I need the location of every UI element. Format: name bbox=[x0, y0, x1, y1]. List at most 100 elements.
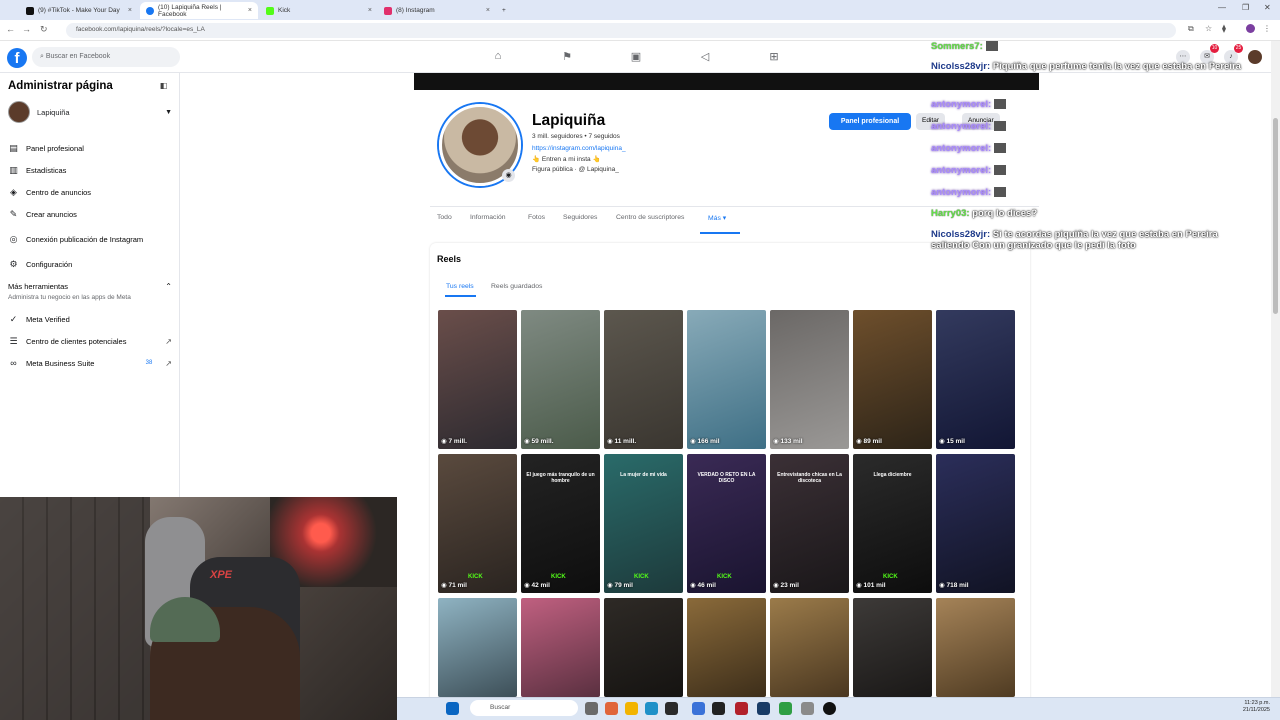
close-icon[interactable]: × bbox=[486, 7, 490, 14]
sidebar-item-meta-verified[interactable]: ✓ Meta Verified bbox=[8, 311, 172, 327]
edge-icon[interactable] bbox=[645, 702, 658, 715]
browser-tab-kick[interactable]: Kick × bbox=[260, 2, 378, 19]
windows-start-icon[interactable] bbox=[446, 702, 459, 715]
sidebar-item-business-suite[interactable]: ∞ Meta Business Suite 38 ↗ bbox=[8, 355, 172, 371]
reel-thumbnail[interactable] bbox=[604, 598, 683, 697]
chat-username[interactable]: Harry03: bbox=[931, 208, 970, 219]
chat-username[interactable]: antonymorel: bbox=[931, 143, 991, 154]
reel-thumbnail[interactable]: Entrevistando chicas en La discoteca ◉ 23… bbox=[770, 454, 849, 593]
chat-username[interactable]: antonymorel: bbox=[931, 121, 991, 132]
mail-icon[interactable] bbox=[692, 702, 705, 715]
app-icon[interactable] bbox=[823, 702, 836, 715]
profile-link[interactable]: https://instagram.com/lapiquina_ bbox=[532, 145, 626, 152]
reel-thumbnail[interactable]: KICK ◉ 71 mil bbox=[438, 454, 517, 593]
steam-icon[interactable] bbox=[757, 702, 770, 715]
sidebar-item-panel[interactable]: ▤ Panel profesional bbox=[8, 140, 172, 156]
reel-thumbnail[interactable]: ◉ 89 mil bbox=[853, 310, 932, 449]
back-icon[interactable]: ← bbox=[6, 24, 15, 34]
camera-icon[interactable]: ◉ bbox=[502, 169, 515, 182]
flag-icon[interactable]: ⚑ bbox=[560, 50, 574, 64]
tab-more[interactable]: Más ▾ bbox=[708, 214, 726, 222]
sidebar-item-create-ads[interactable]: ✎ Crear anuncios bbox=[8, 206, 172, 222]
reel-thumbnail[interactable] bbox=[687, 598, 766, 697]
reel-thumbnail[interactable] bbox=[770, 598, 849, 697]
sidebar-item-settings[interactable]: ⚙ Configuración bbox=[8, 256, 172, 272]
url-field[interactable]: facebook.com/lapiquina/reels/?locale=es_… bbox=[66, 23, 1176, 38]
facebook-search-input[interactable]: ⌕ Buscar en Facebook bbox=[32, 47, 180, 67]
profile-stats[interactable]: 3 mill. seguidores • 7 seguidos bbox=[532, 133, 620, 140]
tab-info[interactable]: Información bbox=[470, 214, 506, 221]
forward-icon[interactable]: → bbox=[22, 24, 31, 34]
close-icon[interactable]: × bbox=[248, 7, 252, 14]
reel-thumbnail[interactable]: ◉ 59 mill. bbox=[521, 310, 600, 449]
browser-tab-facebook[interactable]: (10) Lapiquiña Reels | Facebook × bbox=[140, 2, 258, 19]
browser-menu-icon[interactable]: ⋮ bbox=[1263, 24, 1271, 33]
close-window-icon[interactable]: ✕ bbox=[1264, 3, 1271, 12]
browser-profile-avatar[interactable] bbox=[1246, 24, 1255, 33]
tab-subscribers-center[interactable]: Centro de suscriptores bbox=[616, 214, 684, 221]
close-icon[interactable]: × bbox=[128, 7, 132, 14]
close-icon[interactable]: × bbox=[368, 7, 372, 14]
scrollbar-thumb[interactable] bbox=[1273, 118, 1278, 314]
extensions-icon[interactable]: ⧫ bbox=[1222, 24, 1226, 33]
cast-icon[interactable]: ⧉ bbox=[1188, 24, 1194, 34]
professional-dashboard-button[interactable]: Panel profesional bbox=[829, 113, 911, 130]
home-icon[interactable]: ⌂ bbox=[491, 50, 505, 64]
chat-username[interactable]: antonymorel: bbox=[931, 165, 991, 176]
sidebar-item-ads-center[interactable]: ◈ Centro de anuncios bbox=[8, 184, 172, 200]
page-switcher[interactable]: Lapiquiña ▼ bbox=[8, 101, 172, 123]
tab-saved-reels[interactable]: Reels guardados bbox=[491, 283, 542, 290]
reload-icon[interactable]: ↻ bbox=[40, 24, 48, 35]
gaming-icon[interactable]: ⊞ bbox=[767, 50, 781, 64]
store-icon[interactable] bbox=[665, 702, 678, 715]
more-tools-section[interactable]: Más herramientas Administra tu negocio e… bbox=[8, 282, 172, 301]
reel-thumbnail[interactable] bbox=[438, 598, 517, 697]
reel-thumbnail[interactable]: ◉ 718 mil bbox=[936, 454, 1015, 593]
tab-photos[interactable]: Fotos bbox=[528, 214, 545, 221]
reel-thumbnail[interactable]: ◉ 7 mill. bbox=[438, 310, 517, 449]
obs-icon[interactable] bbox=[735, 702, 748, 715]
reel-thumbnail[interactable]: La mujer de mi vida KICK ◉ 79 mil bbox=[604, 454, 683, 593]
reel-thumbnail[interactable] bbox=[936, 598, 1015, 697]
copilot-icon[interactable] bbox=[605, 702, 618, 715]
browser-tab-tiktok[interactable]: (9) #TikTok - Make Your Day × bbox=[20, 2, 138, 19]
settings-gear-icon[interactable] bbox=[801, 702, 814, 715]
new-tab-button[interactable]: + bbox=[496, 2, 510, 19]
collapse-sidebar-icon[interactable]: ◧ bbox=[157, 81, 170, 92]
chat-username[interactable]: antonymorel: bbox=[931, 187, 991, 198]
reel-thumbnail[interactable] bbox=[853, 598, 932, 697]
chat-username[interactable]: antonymorel: bbox=[931, 99, 991, 110]
tab-your-reels[interactable]: Tus reels bbox=[446, 283, 474, 290]
reel-thumbnail[interactable]: ◉ 15 mil bbox=[936, 310, 1015, 449]
chat-username[interactable]: Sommers7: bbox=[931, 41, 983, 52]
sidebar-item-instagram-connection[interactable]: ◎ Conexión publicación de Instagram bbox=[8, 228, 172, 250]
bookmark-star-icon[interactable]: ☆ bbox=[1205, 24, 1212, 33]
reel-view-count: ◉ 7 mill. bbox=[441, 437, 467, 445]
widgets-icon[interactable] bbox=[585, 702, 598, 715]
sidebar-item-insights[interactable]: ▥ Estadísticas bbox=[8, 162, 172, 178]
terminal-icon[interactable] bbox=[712, 702, 725, 715]
reel-thumbnail[interactable]: ◉ 166 mil bbox=[687, 310, 766, 449]
sidebar-item-leads-center[interactable]: ☰ Centro de clientes potenciales ↗ bbox=[8, 333, 172, 349]
facebook-logo-icon[interactable]: f bbox=[7, 48, 27, 68]
reel-thumbnail[interactable]: El juego más tranquilo de un hombre KICK ◉… bbox=[521, 454, 600, 593]
taskbar-search[interactable]: Buscar bbox=[470, 700, 578, 716]
file-explorer-icon[interactable] bbox=[625, 702, 638, 715]
taskbar-clock[interactable]: 11:23 p.m. 21/11/2025 bbox=[1243, 700, 1270, 714]
reel-thumbnail[interactable]: Llega diciembre KICK ◉ 101 mil bbox=[853, 454, 932, 593]
chat-username[interactable]: Nicolss28vjr: bbox=[931, 229, 990, 240]
tab-followers[interactable]: Seguidores bbox=[563, 214, 597, 221]
marketplace-icon[interactable]: ▣ bbox=[629, 50, 643, 64]
cover-photo[interactable] bbox=[414, 73, 1039, 90]
browser-tab-instagram[interactable]: (8) Instagram × bbox=[378, 2, 496, 19]
maximize-icon[interactable]: ❐ bbox=[1242, 3, 1249, 12]
chrome-icon[interactable] bbox=[779, 702, 792, 715]
reel-thumbnail[interactable]: ◉ 11 mill. bbox=[604, 310, 683, 449]
megaphone-icon[interactable]: ◁ bbox=[698, 50, 712, 64]
tab-all[interactable]: Todo bbox=[437, 214, 452, 221]
minimize-icon[interactable]: — bbox=[1218, 3, 1226, 12]
reel-thumbnail[interactable] bbox=[521, 598, 600, 697]
reel-thumbnail[interactable]: ◉ 133 mil bbox=[770, 310, 849, 449]
chat-username[interactable]: Nicolss28vjr: bbox=[931, 61, 990, 72]
reel-thumbnail[interactable]: VERDAD O RETO EN LA DISCO KICK ◉ 46 mil bbox=[687, 454, 766, 593]
